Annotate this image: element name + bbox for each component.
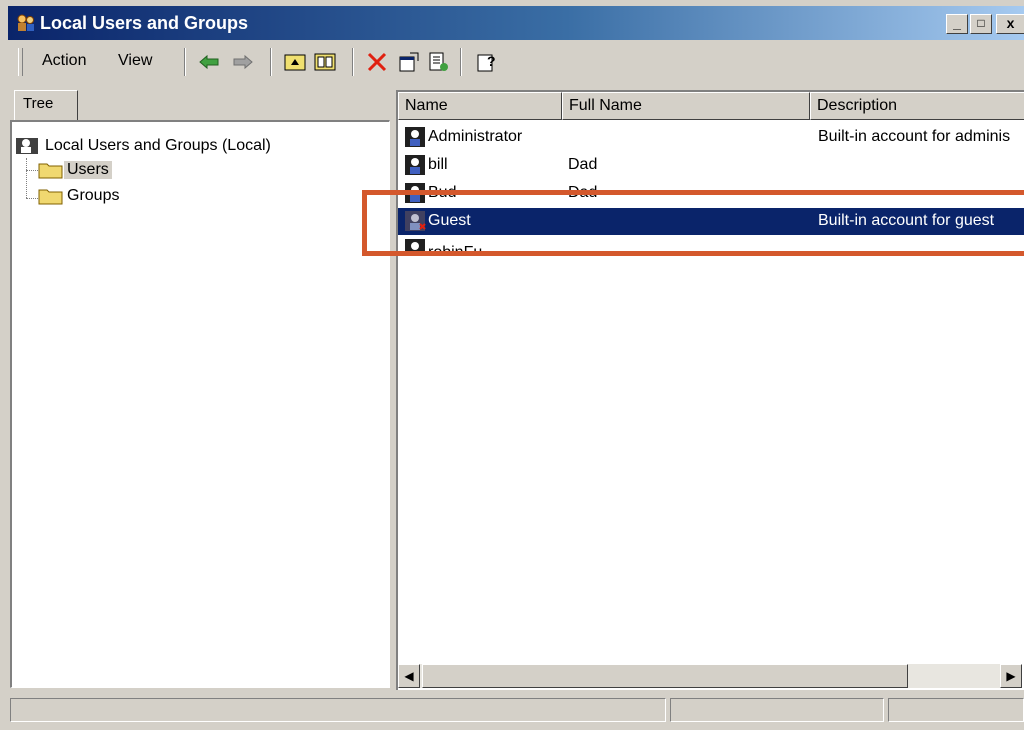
row-name: Administrator (428, 128, 523, 145)
row-full-name: Dad (568, 156, 598, 173)
column-header-full-name[interactable]: Full Name (562, 92, 810, 120)
list-row-bud[interactable]: Bud Dad (398, 180, 1024, 207)
row-name: bill (428, 156, 448, 173)
status-bar (8, 694, 1024, 724)
folder-open-icon (38, 163, 63, 179)
forward-arrow-icon[interactable] (230, 50, 256, 74)
menu-view[interactable]: View (118, 52, 152, 70)
list-row-guest[interactable]: Guest Built-in account for guest (398, 208, 1024, 235)
user-icon (405, 127, 425, 147)
toolbar-separator (352, 48, 354, 76)
scroll-left-icon[interactable]: ◀ (398, 664, 420, 688)
show-hide-tree-icon[interactable] (312, 50, 338, 74)
list-row-robinfu[interactable]: robinFu (398, 236, 1024, 254)
user-icon (405, 183, 425, 203)
row-description: Built-in account for guest (818, 212, 995, 229)
toolbar-separator (184, 48, 186, 76)
tree-connector (26, 158, 27, 198)
tab-tree[interactable]: Tree (14, 90, 78, 122)
export-list-icon[interactable] (426, 50, 452, 74)
tree-root[interactable]: Local Users and Groups (Local) (14, 134, 274, 158)
tree-pane: Local Users and Groups (Local) Users Gro… (10, 120, 390, 688)
tree-item-users[interactable]: Users (38, 160, 112, 180)
horizontal-scrollbar[interactable]: ◀ ▶ (398, 664, 1022, 688)
folder-icon (38, 189, 63, 205)
properties-icon[interactable] (396, 50, 422, 74)
tree-item-groups[interactable]: Groups (38, 186, 122, 206)
help-icon[interactable]: ? (474, 50, 500, 74)
maximize-button[interactable]: □ (970, 14, 992, 34)
user-icon (405, 239, 425, 254)
row-description: Built-in account for adminis (818, 128, 1011, 145)
title-bar[interactable]: Local Users and Groups _ □ x (8, 6, 1024, 40)
back-arrow-icon[interactable] (196, 50, 222, 74)
delete-icon[interactable] (364, 50, 390, 74)
users-app-icon (17, 14, 34, 31)
scroll-right-icon[interactable]: ▶ (1000, 664, 1022, 688)
user-icon (405, 155, 425, 175)
row-name: Guest (428, 212, 471, 229)
tree-item-users-label: Users (64, 161, 112, 179)
toolbar: Action View ? (8, 42, 1024, 82)
scroll-thumb[interactable] (422, 664, 908, 688)
column-header-description[interactable]: Description (810, 92, 1024, 120)
tree-root-label: Local Users and Groups (Local) (45, 137, 271, 154)
status-panel-3 (888, 698, 1024, 722)
list-row-administrator[interactable]: Administrator Built-in account for admin… (398, 124, 1024, 151)
tree-item-groups-label: Groups (67, 187, 120, 204)
minimize-button[interactable]: _ (946, 14, 968, 34)
menu-action[interactable]: Action (42, 52, 86, 70)
svg-text:?: ? (487, 53, 496, 69)
toolbar-grip[interactable] (18, 48, 23, 76)
row-name: robinFu (428, 244, 483, 254)
up-folder-icon[interactable] (282, 50, 308, 74)
window-title: Local Users and Groups (40, 13, 249, 33)
status-panel-main (10, 698, 666, 722)
computer-users-icon (16, 138, 38, 154)
row-full-name: Dad (568, 184, 598, 201)
column-header-name[interactable]: Name (398, 92, 562, 120)
list-pane: Name Full Name Description Administrator… (396, 90, 1024, 690)
tree-connector (26, 170, 38, 171)
list-row-bill[interactable]: bill Dad (398, 152, 1024, 179)
tree-connector (26, 198, 38, 199)
status-panel-2 (670, 698, 884, 722)
toolbar-separator (270, 48, 272, 76)
close-button[interactable]: x (996, 14, 1024, 34)
disabled-user-icon (405, 211, 426, 231)
row-name: Bud (428, 184, 457, 201)
mmc-window: Local Users and Groups _ □ x Action View (0, 0, 1024, 730)
toolbar-separator (460, 48, 462, 76)
